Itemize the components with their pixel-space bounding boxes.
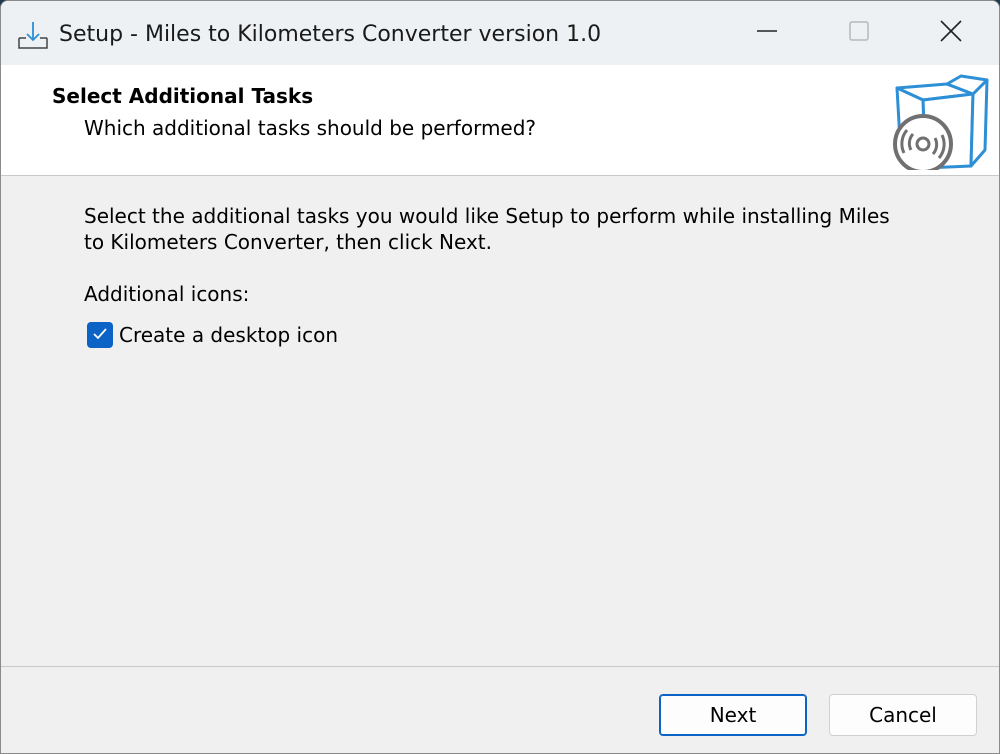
close-button[interactable] [905,1,997,65]
maximize-button[interactable] [813,1,905,65]
page-subtitle: Which additional tasks should be perform… [84,116,537,140]
minimize-icon [757,21,777,45]
desktop-icon-label[interactable]: Create a desktop icon [119,323,338,347]
additional-icons-label: Additional icons: [84,282,250,306]
window-title: Setup - Miles to Kilometers Converter ve… [59,22,602,47]
setup-window: Setup - Miles to Kilometers Converter ve… [0,0,1000,754]
maximize-icon [849,21,869,45]
minimize-button[interactable] [721,1,813,65]
close-icon [940,20,962,46]
desktop-icon-checkbox[interactable] [87,322,113,348]
cancel-button[interactable]: Cancel [829,694,977,736]
wizard-header: Select Additional Tasks Which additional… [1,65,999,176]
page-title: Select Additional Tasks [52,84,314,108]
wizard-footer: Next Cancel [1,666,999,753]
instructions-text: Select the additional tasks you would li… [84,204,890,254]
desktop-icon-task[interactable]: Create a desktop icon [87,322,338,348]
software-box-icon [889,70,993,174]
download-setup-icon [17,20,49,50]
next-button[interactable]: Next [659,694,807,736]
wizard-body: Select the additional tasks you would li… [1,177,999,666]
checkmark-icon [92,326,108,345]
title-bar[interactable]: Setup - Miles to Kilometers Converter ve… [1,1,999,65]
